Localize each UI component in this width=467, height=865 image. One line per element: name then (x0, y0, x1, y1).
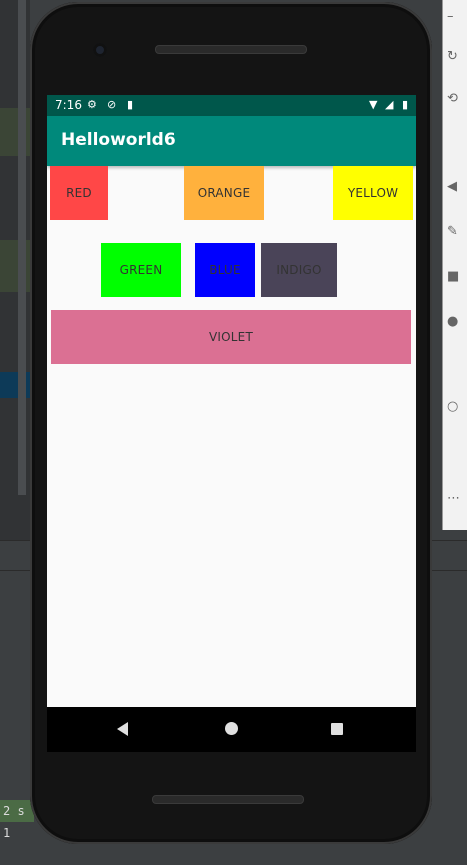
green-button[interactable]: GREEN (101, 243, 181, 297)
location-icon[interactable]: ● (447, 315, 463, 329)
wifi-icon: ▼ (369, 98, 378, 111)
back-icon[interactable] (117, 722, 128, 736)
yellow-button[interactable]: YELLOW (333, 166, 413, 220)
indigo-button[interactable]: INDIGO (261, 243, 337, 297)
sync-icon: ⊘ (107, 98, 117, 111)
circle-icon[interactable]: ○ (447, 400, 463, 414)
red-button[interactable]: RED (50, 166, 108, 220)
blue-button[interactable]: BLUE (195, 243, 255, 297)
device-screen: 7:16 ⚙ ⊘ ▮ ▼ ◢ ▮ Helloworld6 RED ORANGE … (47, 95, 416, 707)
sd-card-icon: ▮ (127, 98, 134, 111)
battery-icon: ▮ (402, 98, 409, 111)
more-icon[interactable]: ⋯ (447, 492, 463, 506)
navigation-bar (47, 707, 416, 752)
app-title: Helloworld6 (61, 130, 176, 150)
pen-icon[interactable]: ✎ (447, 225, 463, 239)
cell-signal-icon: ◢ (385, 98, 394, 111)
home-icon[interactable] (225, 722, 238, 735)
front-camera-icon (93, 43, 107, 57)
minimize-icon[interactable]: – (447, 10, 463, 24)
ide-scrollbar[interactable] (18, 0, 26, 495)
rotate-icon[interactable]: ⟲ (447, 92, 463, 106)
back-icon[interactable]: ◀ (447, 180, 463, 194)
status-bar: 7:16 ⚙ ⊘ ▮ ▼ ◢ ▮ (47, 95, 416, 116)
recent-apps-icon[interactable] (331, 723, 343, 735)
ide-status-text: 2 s 1 (0, 800, 34, 840)
refresh-icon[interactable]: ↻ (447, 50, 463, 64)
orange-button[interactable]: ORANGE (184, 166, 264, 220)
status-time: 7:16 (55, 98, 82, 112)
ide-right-toolbar: – ↻ ⟲ ◀ ✎ ■ ● ○ ⋯ (442, 0, 467, 530)
app-bar: Helloworld6 (47, 116, 416, 166)
violet-button[interactable]: VIOLET (51, 310, 411, 364)
top-speaker (155, 45, 307, 54)
settings-icon: ⚙ (87, 98, 97, 111)
bottom-speaker (152, 795, 304, 804)
square-icon[interactable]: ■ (447, 270, 463, 284)
